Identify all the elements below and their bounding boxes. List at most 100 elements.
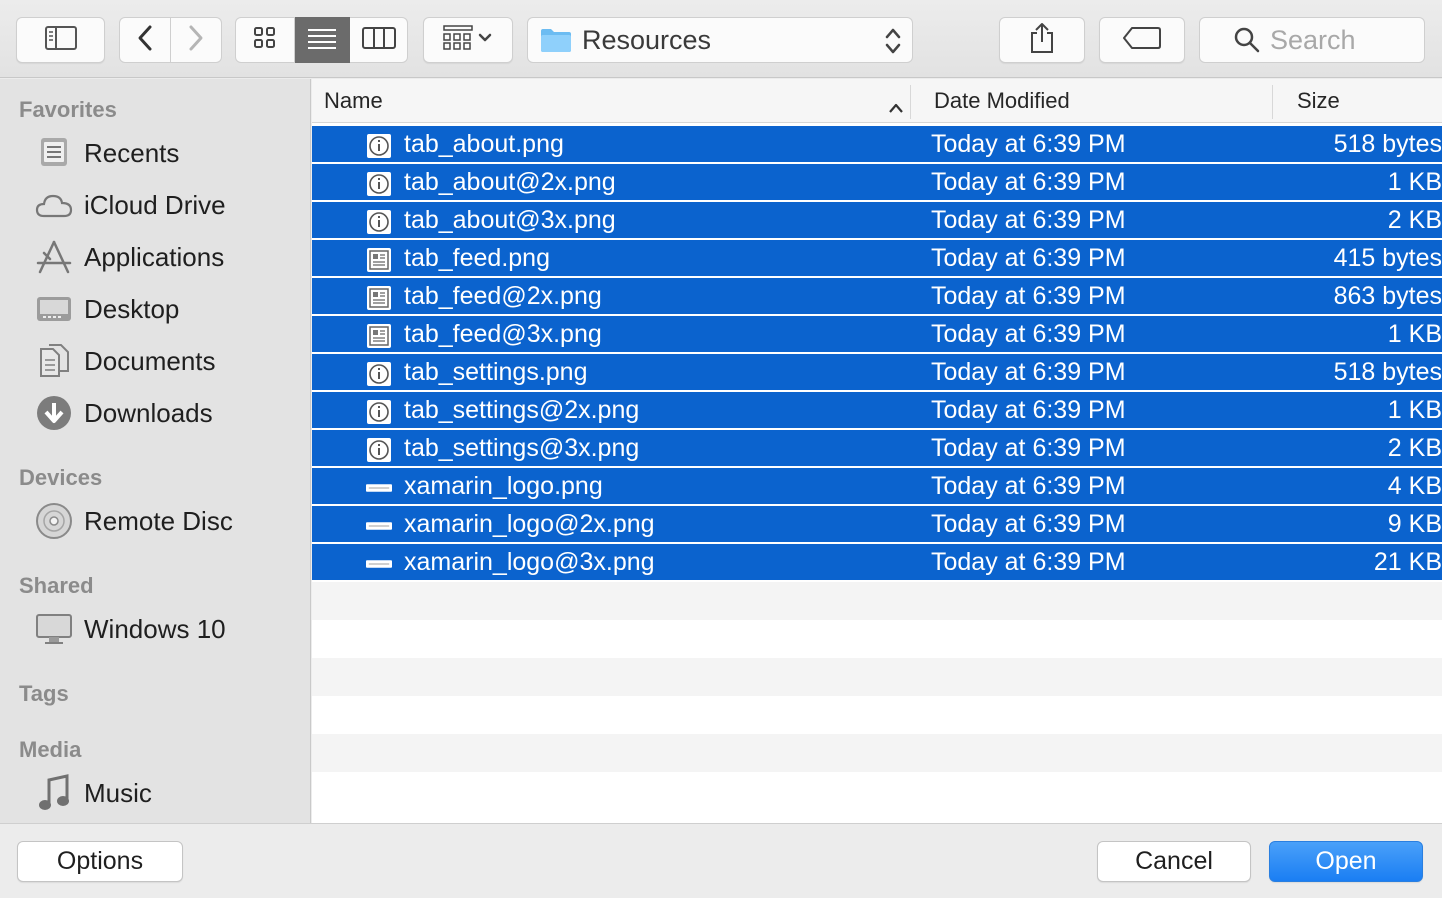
info-file-icon — [366, 171, 392, 197]
file-row[interactable]: tab_feed@2x.png Today at 6:39 PM 863 byt… — [312, 278, 1442, 316]
file-row[interactable]: tab_settings@2x.png Today at 6:39 PM 1 K… — [312, 392, 1442, 430]
file-size: 2 KB — [1387, 433, 1442, 462]
recents-icon — [34, 133, 74, 173]
file-date: Today at 6:39 PM — [931, 319, 1126, 348]
sidebar-item-desktop[interactable]: Desktop — [34, 289, 179, 329]
info-file-icon — [366, 361, 392, 387]
file-date: Today at 6:39 PM — [931, 395, 1126, 424]
sidebar-section-media: Media — [19, 737, 82, 762]
file-row[interactable]: xamarin_logo@2x.png Today at 6:39 PM 9 K… — [312, 506, 1442, 544]
sidebar-item-label: Windows 10 — [84, 613, 226, 644]
downloads-icon — [34, 393, 74, 433]
arrange-button[interactable] — [423, 17, 513, 63]
file-date: Today at 6:39 PM — [931, 205, 1126, 234]
sidebar-section-tags[interactable]: Tags — [19, 681, 69, 707]
column-header-name[interactable]: Name — [324, 79, 904, 123]
tag-button[interactable] — [1099, 17, 1185, 63]
file-size: 415 bytes — [1333, 243, 1442, 272]
sidebar-item-label: Recents — [84, 137, 180, 168]
icon-view-button[interactable] — [235, 17, 295, 63]
sidebar-item-recents[interactable]: Recents — [34, 133, 179, 173]
applications-icon — [34, 237, 74, 277]
file-name: tab_settings.png — [404, 357, 588, 386]
column-divider[interactable] — [1272, 85, 1273, 119]
file-row[interactable]: tab_settings@3x.png Today at 6:39 PM 2 K… — [312, 430, 1442, 468]
sidebar-item-music[interactable]: Music — [34, 773, 152, 813]
view-mode-segment — [235, 17, 408, 63]
options-button[interactable]: Options — [17, 841, 183, 882]
sidebar-section-shared: Shared — [19, 573, 94, 598]
info-file-icon — [366, 209, 392, 235]
file-name: tab_about@3x.png — [404, 205, 616, 234]
back-button[interactable] — [119, 17, 171, 63]
sort-ascending-icon — [888, 94, 904, 120]
file-date: Today at 6:39 PM — [931, 167, 1126, 196]
sidebar-section-devices: Devices — [19, 465, 103, 490]
file-name: xamarin_logo.png — [404, 471, 603, 500]
sidebar-section-favorites: Favorites — [19, 97, 117, 122]
empty-row — [312, 696, 1442, 734]
column-divider[interactable] — [910, 85, 911, 119]
file-size: 518 bytes — [1333, 357, 1442, 386]
file-name: tab_about.png — [404, 129, 564, 158]
file-date: Today at 6:39 PM — [931, 357, 1126, 386]
file-name: tab_settings@2x.png — [404, 395, 640, 424]
sidebar-item-label: Documents — [84, 345, 216, 376]
navigation-segment — [119, 17, 222, 63]
file-name: xamarin_logo@3x.png — [404, 547, 655, 576]
arrange-grid-icon — [443, 24, 493, 56]
feed-file-icon — [366, 247, 392, 273]
file-size: 2 KB — [1387, 205, 1442, 234]
file-date: Today at 6:39 PM — [931, 471, 1126, 500]
file-row[interactable]: tab_about@3x.png Today at 6:39 PM 2 KB — [312, 202, 1442, 240]
location-popup[interactable]: Resources — [527, 17, 913, 63]
icon-grid-icon — [253, 26, 277, 55]
open-button[interactable]: Open — [1269, 841, 1423, 882]
file-rows: tab_about.png Today at 6:39 PM 518 bytes… — [312, 126, 1442, 810]
sidebar-item-remote-disc[interactable]: Remote Disc — [34, 501, 233, 541]
file-date: Today at 6:39 PM — [931, 433, 1126, 462]
chevron-right-icon — [187, 24, 205, 57]
sidebar-item-applications[interactable]: Applications — [34, 237, 224, 277]
file-row[interactable]: tab_feed@3x.png Today at 6:39 PM 1 KB — [312, 316, 1442, 354]
sidebar-item-icloud-drive[interactable]: iCloud Drive — [34, 185, 226, 225]
file-size: 863 bytes — [1333, 281, 1442, 310]
sidebar-item-label: Downloads — [84, 397, 213, 428]
sidebar-item-label: Applications — [84, 241, 225, 272]
list-header: Name Date Modified Size — [312, 79, 1442, 123]
file-row[interactable]: xamarin_logo.png Today at 6:39 PM 4 KB — [312, 468, 1442, 506]
file-row[interactable]: tab_about.png Today at 6:39 PM 518 bytes — [312, 126, 1442, 164]
display-icon — [34, 609, 74, 649]
search-field[interactable]: Search — [1199, 17, 1425, 63]
sidebar-item-downloads[interactable]: Downloads — [34, 393, 213, 433]
file-row[interactable]: xamarin_logo@3x.png Today at 6:39 PM 21 … — [312, 544, 1442, 582]
column-view-button[interactable] — [350, 17, 408, 63]
file-row[interactable]: tab_about@2x.png Today at 6:39 PM 1 KB — [312, 164, 1442, 202]
column-name-label: Name — [324, 88, 383, 113]
cancel-button[interactable]: Cancel — [1097, 841, 1251, 882]
sidebar-item-label: Remote Disc — [84, 505, 233, 536]
file-date: Today at 6:39 PM — [931, 547, 1126, 576]
file-list: Name Date Modified Size tab_about.png To… — [312, 79, 1442, 823]
sidebar-toggle-button[interactable] — [16, 17, 105, 63]
share-button[interactable] — [999, 17, 1085, 63]
file-row[interactable]: tab_settings.png Today at 6:39 PM 518 by… — [312, 354, 1442, 392]
file-name: tab_about@2x.png — [404, 167, 616, 196]
forward-button[interactable] — [171, 17, 222, 63]
sidebar-item-windows-10[interactable]: Windows 10 — [34, 609, 226, 649]
info-file-icon — [366, 437, 392, 463]
column-header-date[interactable]: Date Modified — [934, 79, 1070, 123]
sidebar-item-documents[interactable]: Documents — [34, 341, 216, 381]
folder-icon — [540, 27, 572, 53]
file-row[interactable]: tab_feed.png Today at 6:39 PM 415 bytes — [312, 240, 1442, 278]
empty-row — [312, 772, 1442, 810]
sidebar-item-label: Desktop — [84, 293, 180, 324]
empty-row — [312, 658, 1442, 696]
columns-icon — [361, 26, 396, 54]
desktop-icon — [34, 289, 74, 329]
file-size: 1 KB — [1387, 395, 1442, 424]
feed-file-icon — [366, 285, 392, 311]
file-date: Today at 6:39 PM — [931, 129, 1126, 158]
list-view-button[interactable] — [295, 17, 350, 63]
column-header-size[interactable]: Size — [1297, 79, 1340, 123]
